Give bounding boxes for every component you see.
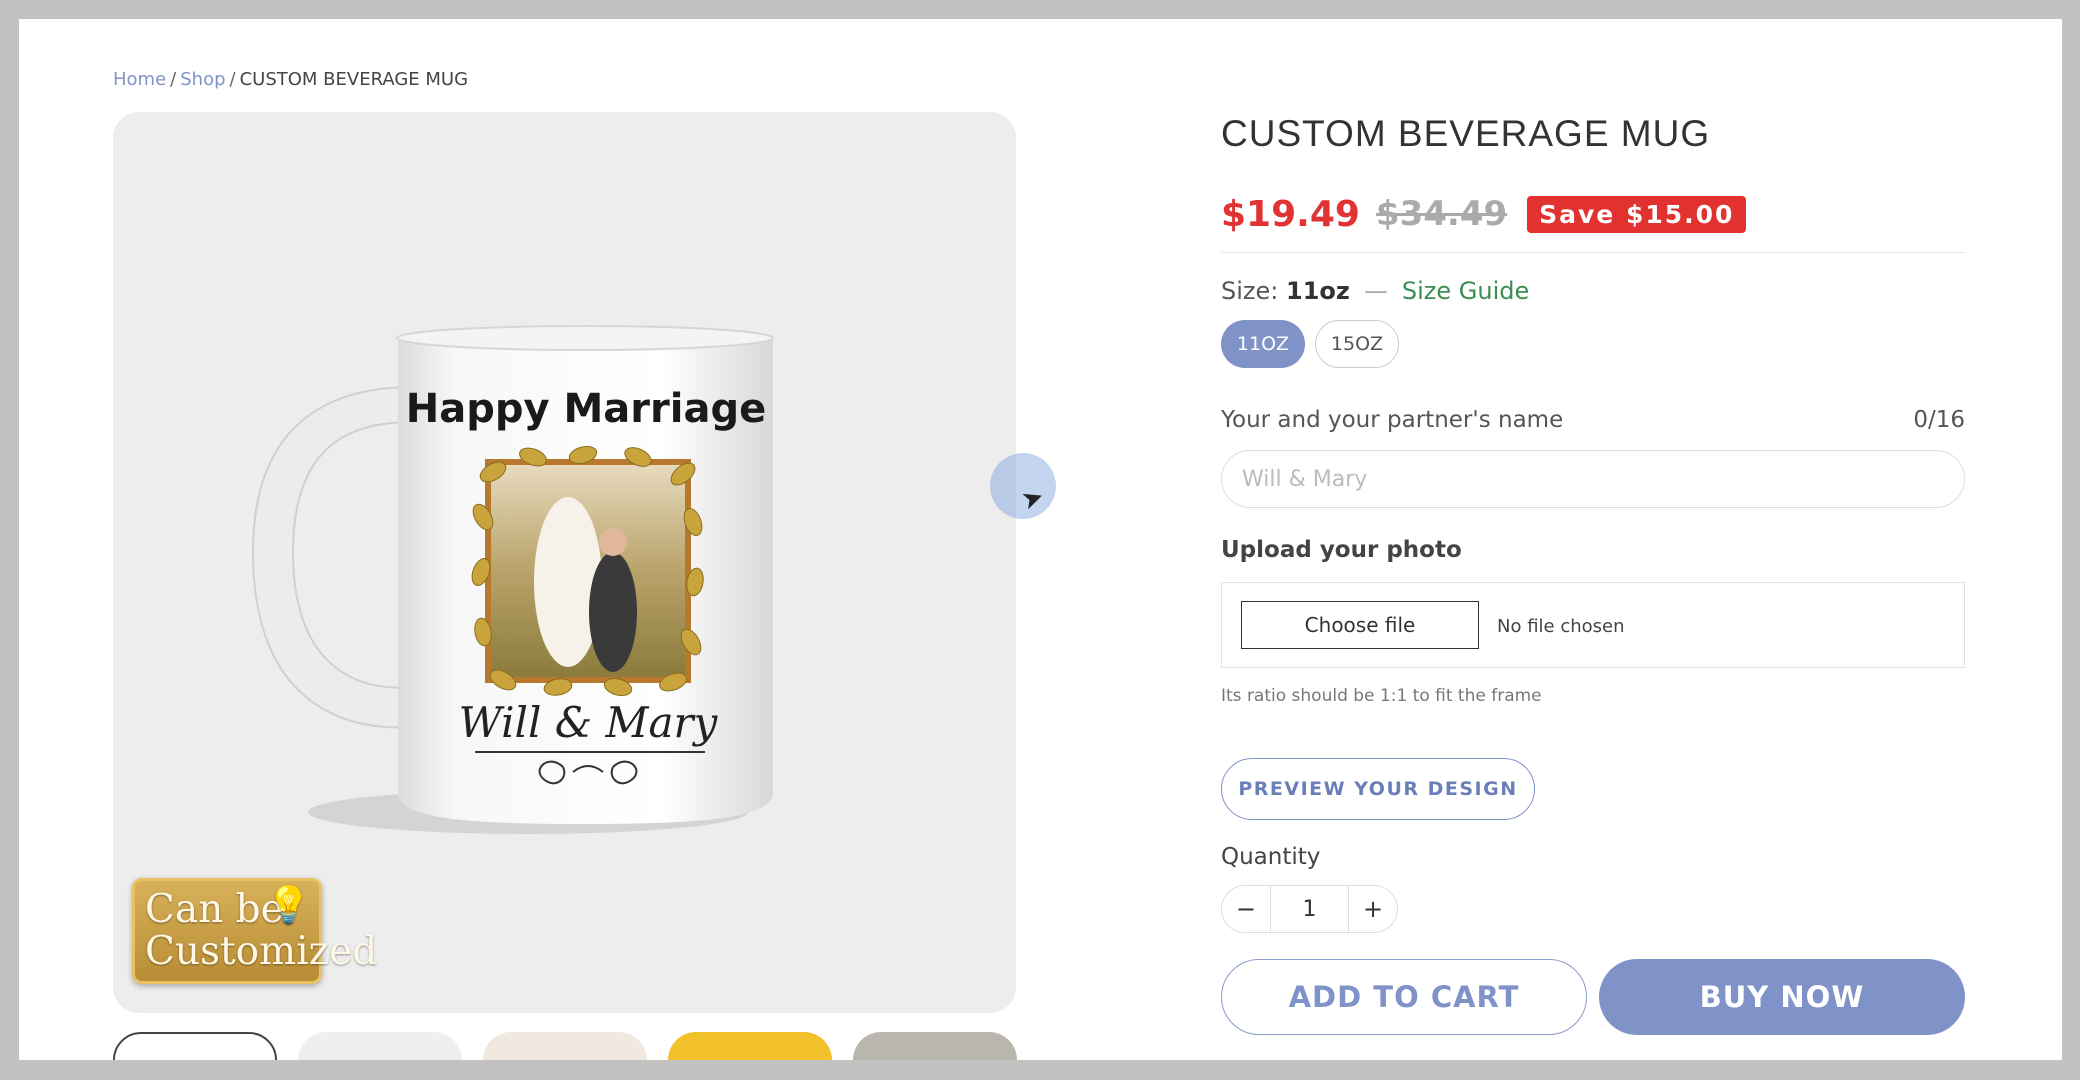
size-dash: — [1363, 277, 1388, 305]
regular-price: $34.49 [1375, 194, 1508, 234]
quantity-increase-button[interactable]: + [1349, 886, 1397, 932]
buy-now-button[interactable]: BUY NOW [1599, 959, 1965, 1035]
quantity-stepper: − 1 + [1221, 885, 1398, 933]
thumbnail-3[interactable] [483, 1032, 647, 1060]
product-page: Home / Shop / CUSTOM BEVERAGE MUG Happy … [19, 19, 2062, 1060]
quantity-value[interactable]: 1 [1270, 886, 1349, 932]
size-label: Size: [1221, 277, 1279, 305]
product-image[interactable]: Happy Marriage Will & Mary Can be Custom… [113, 112, 1016, 1013]
breadcrumb-home[interactable]: Home [113, 69, 166, 90]
quantity-decrease-button[interactable]: − [1222, 886, 1270, 932]
breadcrumb-shop[interactable]: Shop [180, 69, 225, 90]
thumbnail-4[interactable] [668, 1032, 832, 1060]
choose-file-button[interactable]: Choose file [1241, 601, 1479, 649]
breadcrumb-separator: / [229, 69, 236, 90]
price-row: $19.49 $34.49 Save $15.00 [1221, 191, 1747, 237]
ratio-hint: Its ratio should be 1:1 to fit the frame [1221, 686, 1542, 706]
upload-photo-field: Choose file No file chosen [1221, 582, 1965, 668]
name-field-label: Your and your partner's name [1221, 407, 1564, 433]
size-option-15oz[interactable]: 15OZ [1315, 320, 1399, 368]
badge-line-2: Customized [145, 929, 378, 974]
quantity-label: Quantity [1221, 844, 1321, 870]
size-row: Size: 11oz — Size Guide [1221, 277, 1529, 305]
save-badge: Save $15.00 [1527, 195, 1747, 233]
divider [1221, 252, 1965, 253]
preview-design-button[interactable]: PREVIEW YOUR DESIGN [1221, 758, 1535, 820]
sale-price: $19.49 [1221, 193, 1360, 235]
size-value: 11oz [1286, 277, 1350, 305]
breadcrumb-current: CUSTOM BEVERAGE MUG [239, 69, 469, 90]
size-option-11oz[interactable]: 11OZ [1221, 320, 1305, 368]
upload-photo-label: Upload your photo [1221, 537, 1462, 563]
thumbnail-2[interactable] [298, 1032, 462, 1060]
no-file-status: No file chosen [1497, 616, 1625, 637]
mug-names-text: Will & Mary [459, 698, 719, 747]
customizable-badge: Can be Customized 💡 [132, 878, 378, 984]
breadcrumb-separator: / [170, 69, 177, 90]
partner-name-input[interactable] [1221, 450, 1965, 508]
thumbnail-5[interactable] [853, 1032, 1017, 1060]
lightbulb-icon: 💡 [266, 885, 311, 926]
product-title: CUSTOM BEVERAGE MUG [1221, 113, 1711, 154]
mug-headline-text: Happy Marriage [406, 386, 766, 432]
add-to-cart-button[interactable]: ADD TO CART [1221, 959, 1587, 1035]
size-guide-link[interactable]: Size Guide [1402, 277, 1529, 305]
breadcrumb: Home / Shop / CUSTOM BEVERAGE MUG [113, 69, 468, 90]
thumbnail-1[interactable] [113, 1032, 277, 1060]
thumbnail-strip [113, 1032, 1033, 1060]
name-char-count: 0/16 [1913, 407, 1965, 433]
